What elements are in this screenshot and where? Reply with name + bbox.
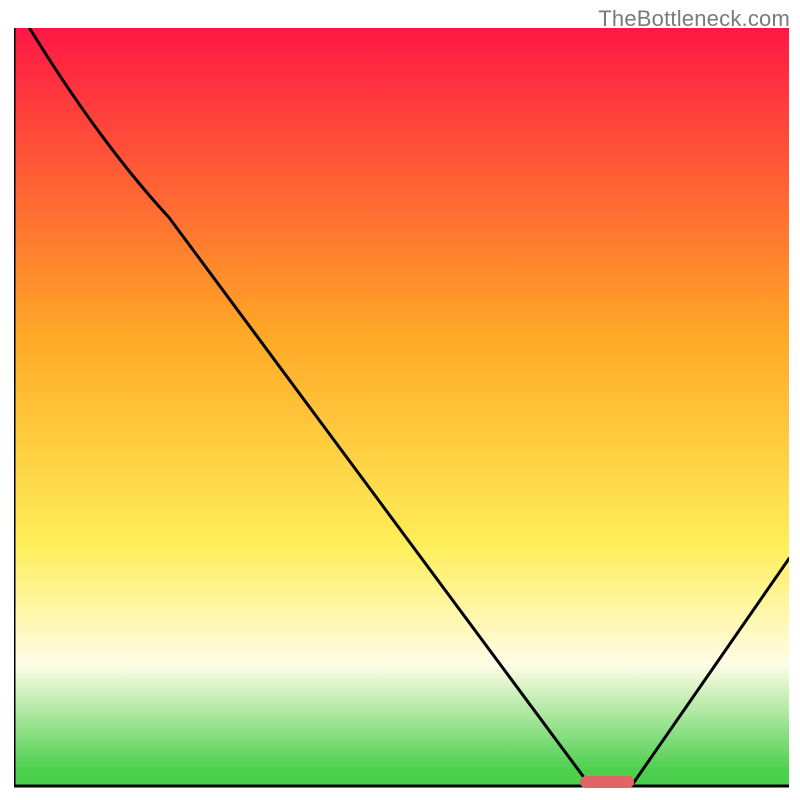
chart-container: TheBottleneck.com [0, 0, 800, 800]
bottleneck-curve [14, 28, 789, 788]
minimum-marker [580, 776, 634, 788]
watermark-text: TheBottleneck.com [598, 6, 790, 32]
plot-area [14, 28, 789, 788]
